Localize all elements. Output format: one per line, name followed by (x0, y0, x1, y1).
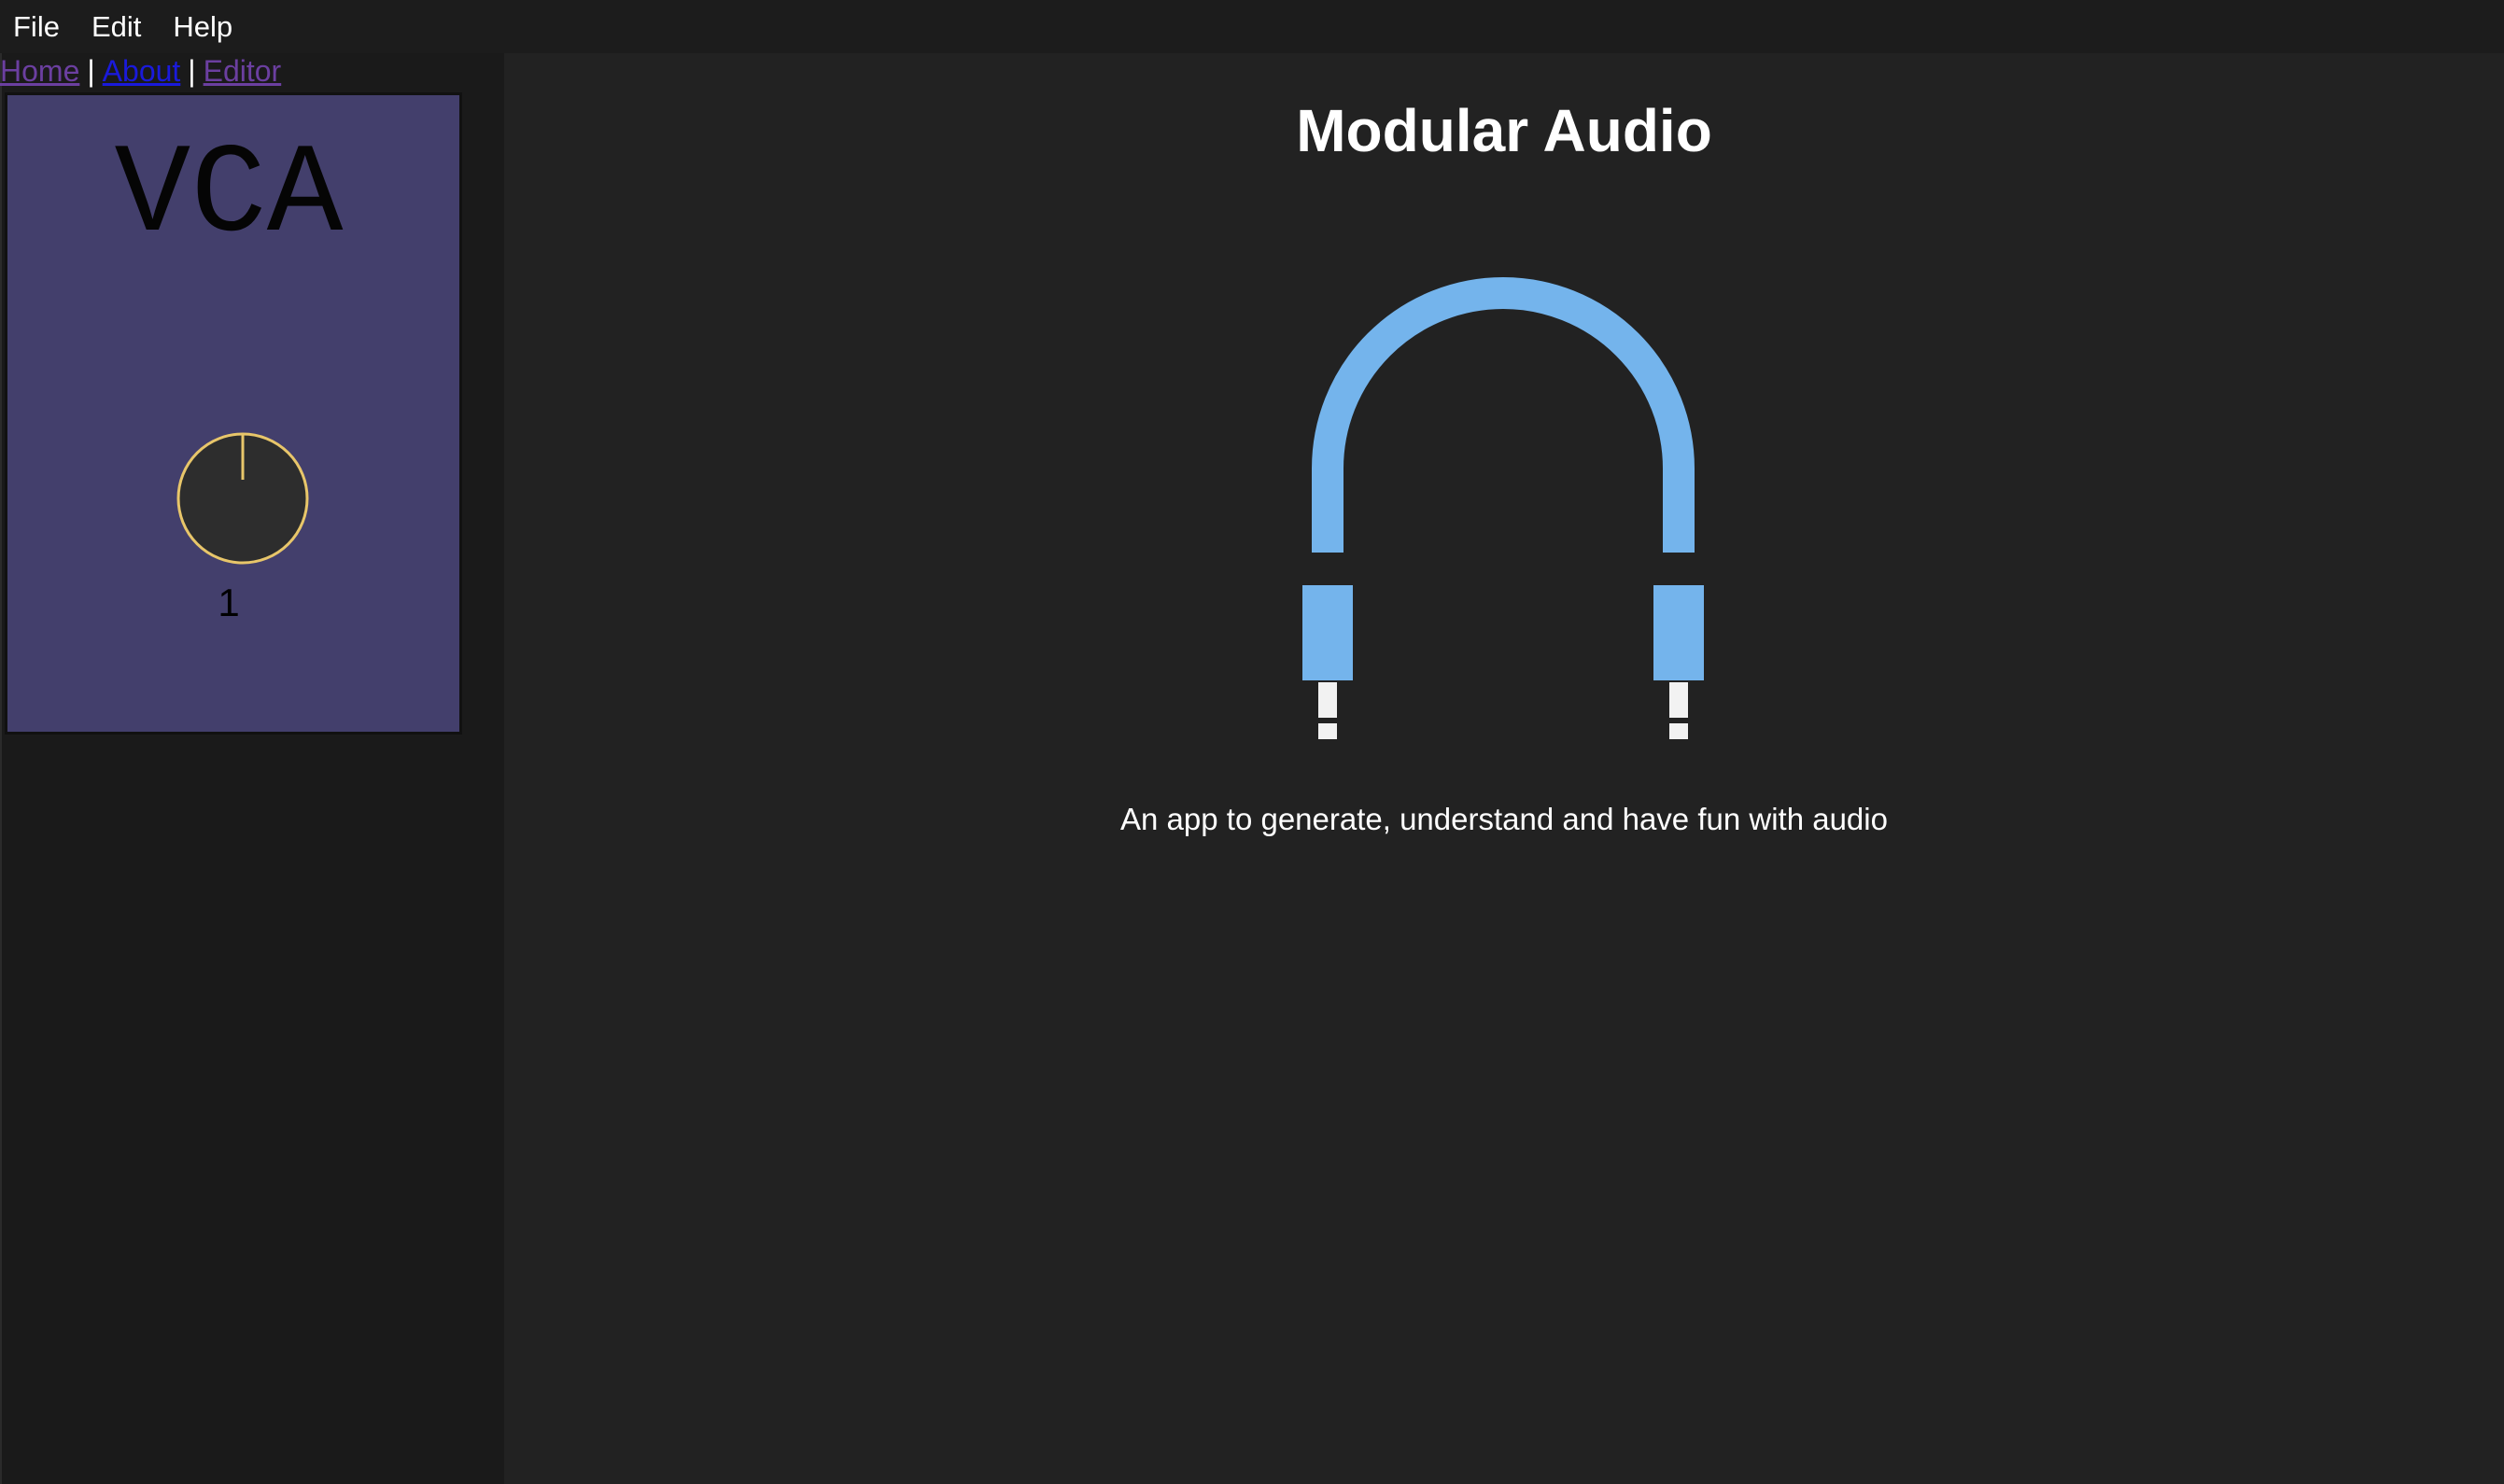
nav-link-about[interactable]: About (103, 54, 181, 88)
tagline: An app to generate, understand and have … (1120, 802, 1888, 836)
module-title: VCA (114, 124, 344, 268)
menu-help[interactable]: Help (173, 10, 232, 44)
nav-separator: | (87, 54, 95, 88)
knob-value: 1 (218, 581, 240, 624)
page-title: Modular Audio (1296, 97, 1712, 164)
vca-module[interactable]: VCA 1 (5, 92, 462, 735)
cable-wire (1312, 277, 1695, 553)
menu-bar: File Edit Help (0, 0, 2504, 53)
patch-cable-icon (1302, 277, 1704, 739)
left-plug-body (1302, 585, 1353, 680)
left-plug-tip (1318, 682, 1337, 718)
right-plug-tip-end (1669, 723, 1688, 739)
left-plug-tip-end (1318, 723, 1337, 739)
nav-separator: | (188, 54, 196, 88)
nav-link-editor[interactable]: Editor (204, 54, 282, 88)
gain-knob[interactable] (176, 431, 310, 566)
menu-edit[interactable]: Edit (91, 10, 141, 44)
nav-link-home[interactable]: Home (0, 54, 79, 88)
menu-file[interactable]: File (13, 10, 60, 44)
nav-links: Home | About | Editor (0, 54, 281, 89)
main-content: Modular Audio An app to generate, unders… (504, 53, 2504, 1484)
right-plug-tip (1669, 682, 1688, 718)
right-plug-body (1653, 585, 1704, 680)
